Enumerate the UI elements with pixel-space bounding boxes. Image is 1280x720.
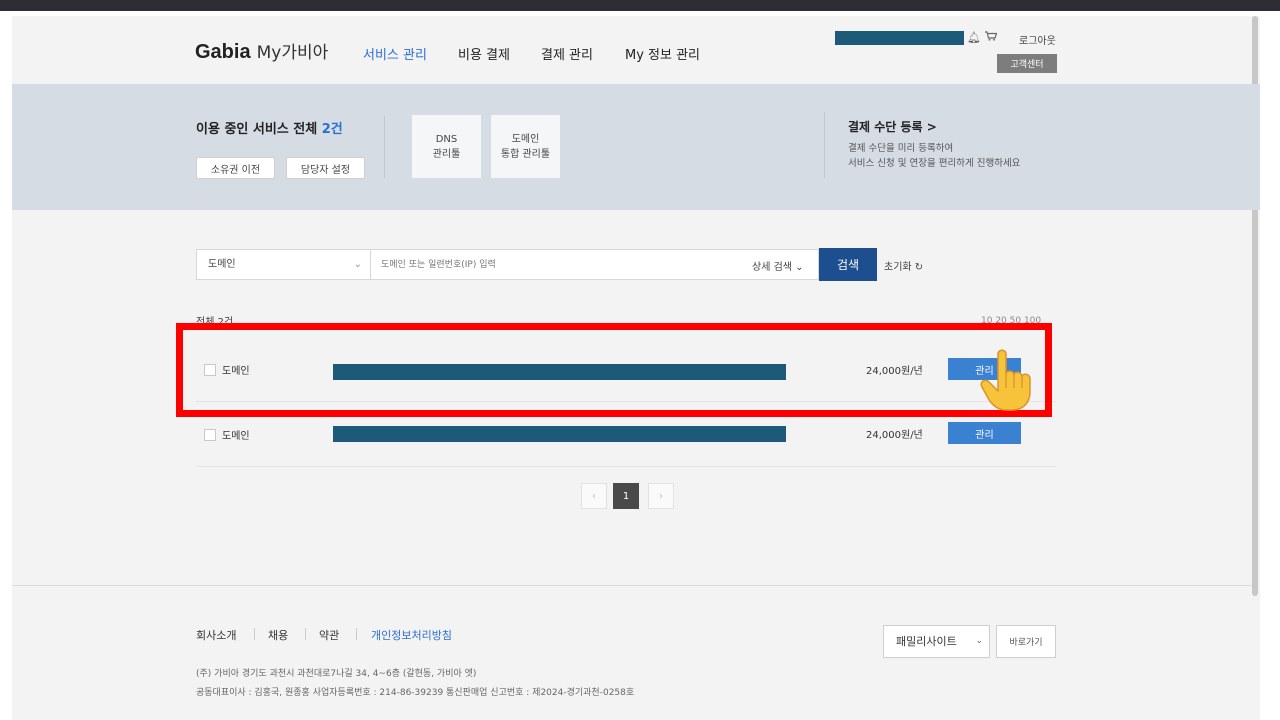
prev-page-button[interactable]: ‹ — [581, 483, 607, 509]
nav-service-management[interactable]: 서비스 관리 — [363, 44, 427, 63]
redacted-username — [835, 31, 964, 45]
divider — [384, 116, 385, 178]
ownership-transfer-button[interactable]: 소유권 이전 — [196, 157, 275, 179]
service-type: 도메인 — [222, 431, 250, 442]
window-top-bar — [0, 0, 1280, 11]
manage-button[interactable]: 관리 — [948, 422, 1021, 444]
dns-tool-card[interactable]: DNS 관리툴 — [412, 115, 481, 178]
service-summary-band — [12, 84, 1260, 210]
reset-label: 초기화 — [884, 262, 912, 273]
company-registration: 공동대표이사 : 김홍국, 원종홍 사업자등록번호 : 214-86-39239… — [196, 688, 635, 698]
logo-brand: Gabia — [195, 41, 251, 63]
dns-tool-line2: 관리툴 — [432, 148, 461, 160]
support-center-button[interactable]: 고객센터 — [997, 54, 1057, 73]
chevron-down-icon: ⌄ — [795, 262, 804, 273]
service-count-label: 이용 중인 서비스 전체 — [196, 122, 318, 137]
pointing-hand-icon — [980, 349, 1031, 411]
reset-button[interactable]: 초기화 ↻ — [884, 258, 923, 273]
row-checkbox[interactable] — [204, 429, 216, 441]
refresh-icon: ↻ — [914, 262, 924, 273]
nav-my-info[interactable]: My 정보 관리 — [625, 44, 700, 63]
footer-link-company[interactable]: 회사소개 — [196, 627, 236, 643]
footer-divider — [12, 585, 1252, 586]
payment-method-register-link[interactable]: 결제 수단 등록 > — [848, 118, 937, 135]
divider — [305, 628, 306, 640]
company-address: (주) 가비아 경기도 과천시 과천대로7나길 34, 4~6층 (갈현동, 가… — [196, 669, 477, 679]
cart-icon[interactable] — [985, 31, 997, 41]
dns-tool-line1: DNS — [435, 133, 458, 145]
service-count-title: 이용 중인 서비스 전체 2건 — [196, 118, 343, 137]
payment-method-description: 결제 수단을 미리 등록하여 서비스 신청 및 연장을 편리하게 진행하세요 — [848, 141, 1020, 171]
redacted-domain-name — [333, 426, 786, 442]
highlight-box — [176, 323, 1052, 417]
bell-icon[interactable]: 🔔︎ — [967, 31, 981, 44]
detail-search-label: 상세 검색 — [752, 262, 792, 273]
service-price: 24,000원/년 — [866, 430, 923, 441]
manager-settings-button[interactable]: 담당자 설정 — [286, 157, 365, 179]
chevron-down-icon: ⌄ — [353, 259, 362, 270]
page-1-button[interactable]: 1 — [613, 483, 639, 509]
logo[interactable]: Gabia My가비아 — [195, 38, 328, 64]
logo-sub: My가비아 — [256, 43, 329, 63]
search-category-select[interactable]: 도메인 ⌄ — [196, 249, 371, 280]
footer-link-careers[interactable]: 채용 — [268, 627, 288, 643]
family-site-select[interactable]: 패밀리사이트 ⌄ — [883, 625, 990, 658]
domain-tool-line2: 통합 관리툴 — [500, 148, 551, 160]
search-button[interactable]: 검색 — [819, 248, 877, 281]
footer-link-privacy[interactable]: 개인정보처리방침 — [371, 627, 452, 643]
footer-link-terms[interactable]: 약관 — [319, 627, 339, 643]
nav-billing[interactable]: 비용 결제 — [458, 44, 510, 63]
family-site-value: 패밀리사이트 — [896, 635, 957, 648]
detail-search-toggle[interactable]: 상세 검색 ⌄ — [752, 258, 804, 273]
search-category-value: 도메인 — [208, 259, 236, 270]
domain-tool-line1: 도메인 — [511, 133, 540, 145]
domain-tool-card[interactable]: 도메인 통합 관리툴 — [491, 115, 560, 178]
nav-payment-management[interactable]: 결제 관리 — [541, 44, 593, 63]
service-count-value: 2건 — [321, 122, 343, 137]
payment-desc-line2: 서비스 신청 및 연장을 편리하게 진행하세요 — [848, 158, 1021, 169]
divider — [824, 112, 825, 178]
chevron-down-icon: ⌄ — [975, 636, 983, 646]
divider — [254, 628, 255, 640]
go-button[interactable]: 바로가기 — [996, 625, 1056, 658]
next-page-button[interactable]: › — [648, 483, 674, 509]
logout-link[interactable]: 로그아웃 — [1019, 32, 1056, 47]
payment-desc-line1: 결제 수단을 미리 등록하여 — [848, 143, 954, 154]
divider — [356, 628, 357, 640]
